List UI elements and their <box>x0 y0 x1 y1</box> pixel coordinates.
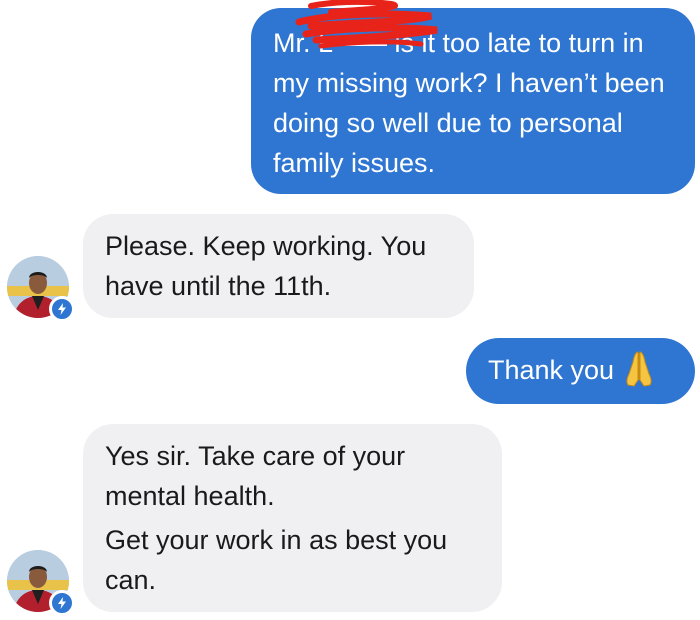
messenger-badge <box>49 296 75 322</box>
messenger-badge <box>49 590 75 616</box>
avatar[interactable] <box>7 256 75 322</box>
outgoing-message-bubble[interactable]: Thank you <box>466 338 695 404</box>
message-text: Mr. L—— is it too late to turn in my mis… <box>273 28 665 178</box>
message-text: Please. Keep working. You have until the… <box>105 231 427 301</box>
outgoing-message-bubble[interactable]: Mr. L—— is it too late to turn in my mis… <box>251 0 695 194</box>
folded-hands-icon <box>626 351 652 387</box>
message-text: Yes sir. Take care of your mental health… <box>105 441 406 511</box>
lightning-bolt-icon <box>58 303 66 315</box>
incoming-message-bubble[interactable]: Yes sir. Take care of your mental health… <box>83 424 502 612</box>
incoming-message-bubble[interactable]: Please. Keep working. You have until the… <box>83 214 474 318</box>
avatar[interactable] <box>7 550 75 616</box>
message-text: Thank you <box>488 355 615 385</box>
lightning-bolt-icon <box>58 597 66 609</box>
chat-thread: Mr. L—— is it too late to turn in my mis… <box>0 0 700 620</box>
message-text: Get your work in as best you can. <box>105 525 448 595</box>
